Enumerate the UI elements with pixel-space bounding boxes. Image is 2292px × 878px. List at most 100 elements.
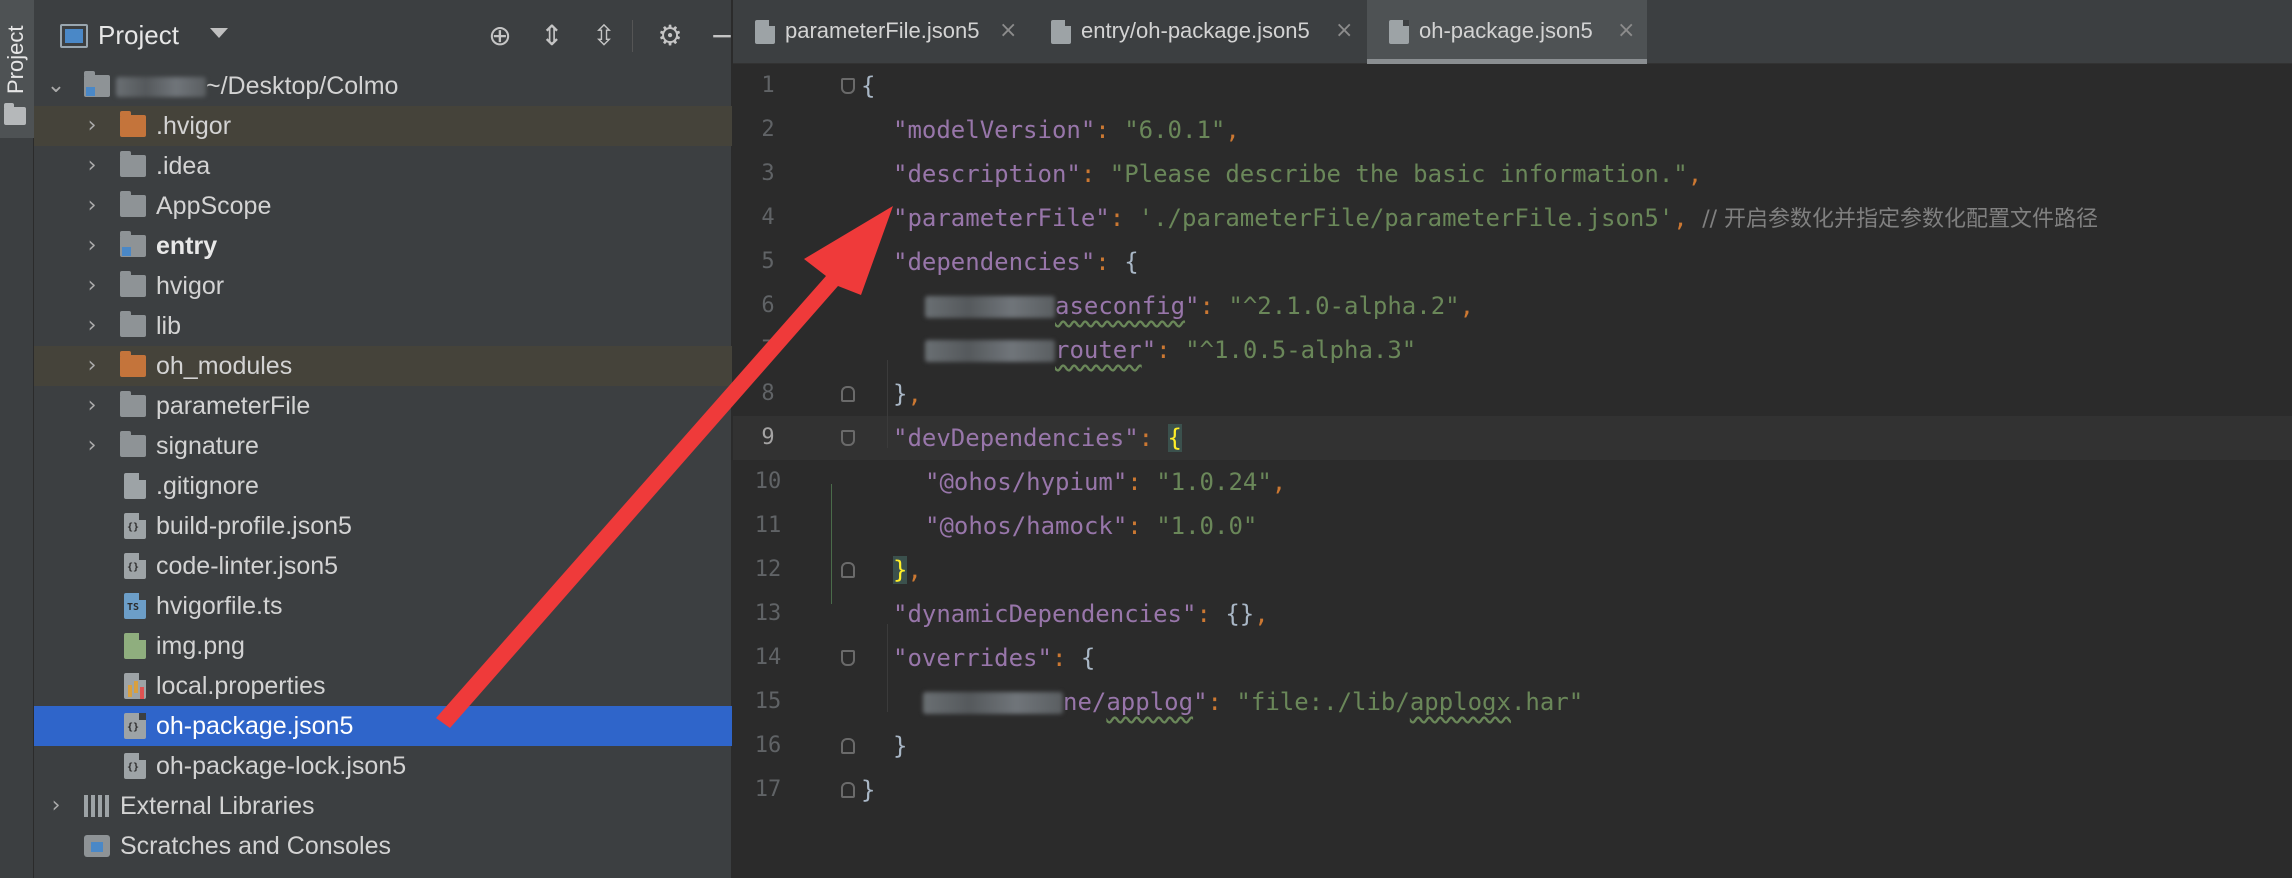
toolbar-divider [632, 20, 633, 52]
chevron-right-icon[interactable]: › [44, 786, 68, 826]
tree-item-code-linter[interactable]: {} code-linter.json5 [34, 546, 732, 586]
editor-area: parameterFile.json5 × entry/oh-package.j… [733, 0, 2292, 878]
code-line: }, [893, 380, 922, 408]
tab-oh-package[interactable]: oh-package.json5 × [1367, 0, 1647, 64]
code-area[interactable]: 1 2 3 4 5 6 7 8 9 10 11 12 13 14 15 16 1… [733, 64, 2292, 878]
tree-item-label: oh-package.json5 [156, 712, 354, 740]
tree-item-oh-modules[interactable]: › oh_modules [34, 346, 732, 386]
code-line: }, [893, 556, 922, 584]
code-line: "parameterFile": './parameterFile/parame… [893, 204, 2099, 232]
chevron-right-icon[interactable]: › [80, 306, 104, 346]
chevron-down-icon[interactable]: ⌄ [44, 66, 68, 106]
tree-item-signature[interactable]: › signature [34, 426, 732, 466]
folder-icon [120, 431, 146, 457]
module-folder-icon [120, 231, 146, 257]
chevron-down-icon[interactable] [210, 28, 228, 38]
code-line: "devDependencies": { [893, 424, 1182, 452]
json5-file-icon: {} [124, 713, 146, 739]
project-tool-tab-label: Project [3, 25, 28, 94]
json-key: "parameterFile" [893, 204, 1110, 232]
tree-root[interactable]: ⌄ ~/Desktop/Colmo [34, 66, 732, 106]
tab-label: entry/oh-package.json5 [1081, 18, 1310, 43]
close-icon[interactable]: × [1335, 18, 1353, 43]
code-line: { [733, 64, 2292, 108]
folder-icon [120, 351, 146, 377]
tree-item-build-profile[interactable]: {} build-profile.json5 [34, 506, 732, 546]
chevron-right-icon[interactable]: › [80, 426, 104, 466]
code-line: "dynamicDependencies": {}, [893, 600, 1269, 628]
json-value: "Please describe the basic information." [1109, 160, 1688, 188]
root-path: ~/Desktop/Colmo [206, 72, 399, 100]
project-panel-title: Project [98, 20, 179, 50]
module-folder-icon [84, 71, 110, 97]
code-line: "overrides": { [893, 644, 1096, 672]
tree-item-appscope[interactable]: › AppScope [34, 186, 732, 226]
chevron-right-icon[interactable]: › [80, 186, 104, 226]
locate-icon[interactable]: ⊕ [482, 18, 518, 54]
editor-tab-bar: parameterFile.json5 × entry/oh-package.j… [733, 0, 2292, 64]
json-value: './parameterFile/parameterFile.json5' [1138, 204, 1674, 232]
json-key: router [1055, 336, 1142, 364]
tree-item-hvigor[interactable]: › hvigor [34, 266, 732, 306]
project-window-icon [60, 24, 88, 48]
json-key: "overrides" [893, 644, 1052, 672]
json-value: applogx [1409, 688, 1511, 716]
tree-item-label: hvigor [156, 272, 225, 300]
chevron-right-icon[interactable]: › [80, 106, 104, 146]
json5-file-icon: {} [124, 553, 146, 579]
tree-item-hvigor-dir[interactable]: › .hvigor [34, 106, 732, 146]
tree-item-entry[interactable]: › entry [34, 226, 732, 266]
tree-item-oh-package-lock[interactable]: {} oh-package-lock.json5 [34, 746, 732, 786]
chevron-right-icon[interactable]: › [80, 386, 104, 426]
chevron-right-icon[interactable]: › [80, 226, 104, 266]
tree-item-hvigorfile[interactable]: TS hvigorfile.ts [34, 586, 732, 626]
tree-item-label: signature [156, 432, 259, 460]
tree-item-external-libraries[interactable]: › External Libraries [34, 786, 732, 826]
library-icon [84, 795, 110, 817]
json-key: "modelVersion" [893, 116, 1096, 144]
expand-all-icon[interactable]: ⇕ [534, 18, 570, 54]
code-line: ne/applog": "file:./lib/applogx.har" [733, 680, 2292, 724]
tree-item-parameterfile[interactable]: › parameterFile [34, 386, 732, 426]
tree-item-label: lib [156, 312, 182, 340]
tab-parameterfile[interactable]: parameterFile.json5 × [733, 0, 1029, 64]
chevron-right-icon[interactable]: › [80, 266, 104, 306]
json5-file-icon [755, 20, 775, 44]
json-value: "1.0.24" [1156, 468, 1272, 496]
tree-item-gitignore[interactable]: .gitignore [34, 466, 732, 506]
json-key: aseconfig [1055, 292, 1186, 320]
chevron-right-icon[interactable]: › [80, 346, 104, 386]
gear-icon[interactable]: ⚙ [652, 18, 688, 54]
folder-icon [120, 191, 146, 217]
tree-item-scratches[interactable]: Scratches and Consoles [34, 826, 732, 866]
tree-item-label: .hvigor [156, 112, 232, 140]
tree-item-label: local.properties [156, 672, 326, 700]
tree-item-lib[interactable]: › lib [34, 306, 732, 346]
json-value: "file:./lib/ [1236, 688, 1410, 716]
tree-item-label: oh-package-lock.json5 [156, 752, 407, 780]
folder-icon [120, 151, 146, 177]
code-line: aseconfig": "^2.1.0-alpha.2", [733, 284, 2292, 328]
file-icon [124, 473, 146, 499]
tree-item-local-properties[interactable]: local.properties [34, 666, 732, 706]
typescript-file-icon: TS [124, 593, 146, 619]
tab-entry-oh-package[interactable]: entry/oh-package.json5 × [1029, 0, 1365, 64]
tree-item-oh-package[interactable]: {} oh-package.json5 [34, 706, 732, 746]
json5-file-icon: {} [124, 753, 146, 779]
tab-label: oh-package.json5 [1419, 18, 1593, 43]
project-tool-tab[interactable]: Project [0, 0, 34, 138]
close-icon[interactable]: × [999, 18, 1017, 43]
json-key: "description" [893, 160, 1081, 188]
collapse-all-icon[interactable]: ⇳ [586, 18, 622, 54]
json-value: "^2.1.0-alpha.2" [1228, 292, 1460, 320]
close-icon[interactable]: × [1617, 18, 1635, 43]
tree-item-label: hvigorfile.ts [156, 592, 283, 620]
json-value: "^1.0.5-alpha.3" [1185, 336, 1417, 364]
code-line: "@ohos/hamock": "1.0.0" [925, 512, 1258, 540]
tree-item-idea[interactable]: › .idea [34, 146, 732, 186]
tree-item-label: oh_modules [156, 352, 293, 380]
chevron-right-icon[interactable]: › [80, 146, 104, 186]
tree-item-img[interactable]: img.png [34, 626, 732, 666]
tree-item-label: AppScope [156, 192, 272, 220]
tree-item-label: code-linter.json5 [156, 552, 339, 580]
